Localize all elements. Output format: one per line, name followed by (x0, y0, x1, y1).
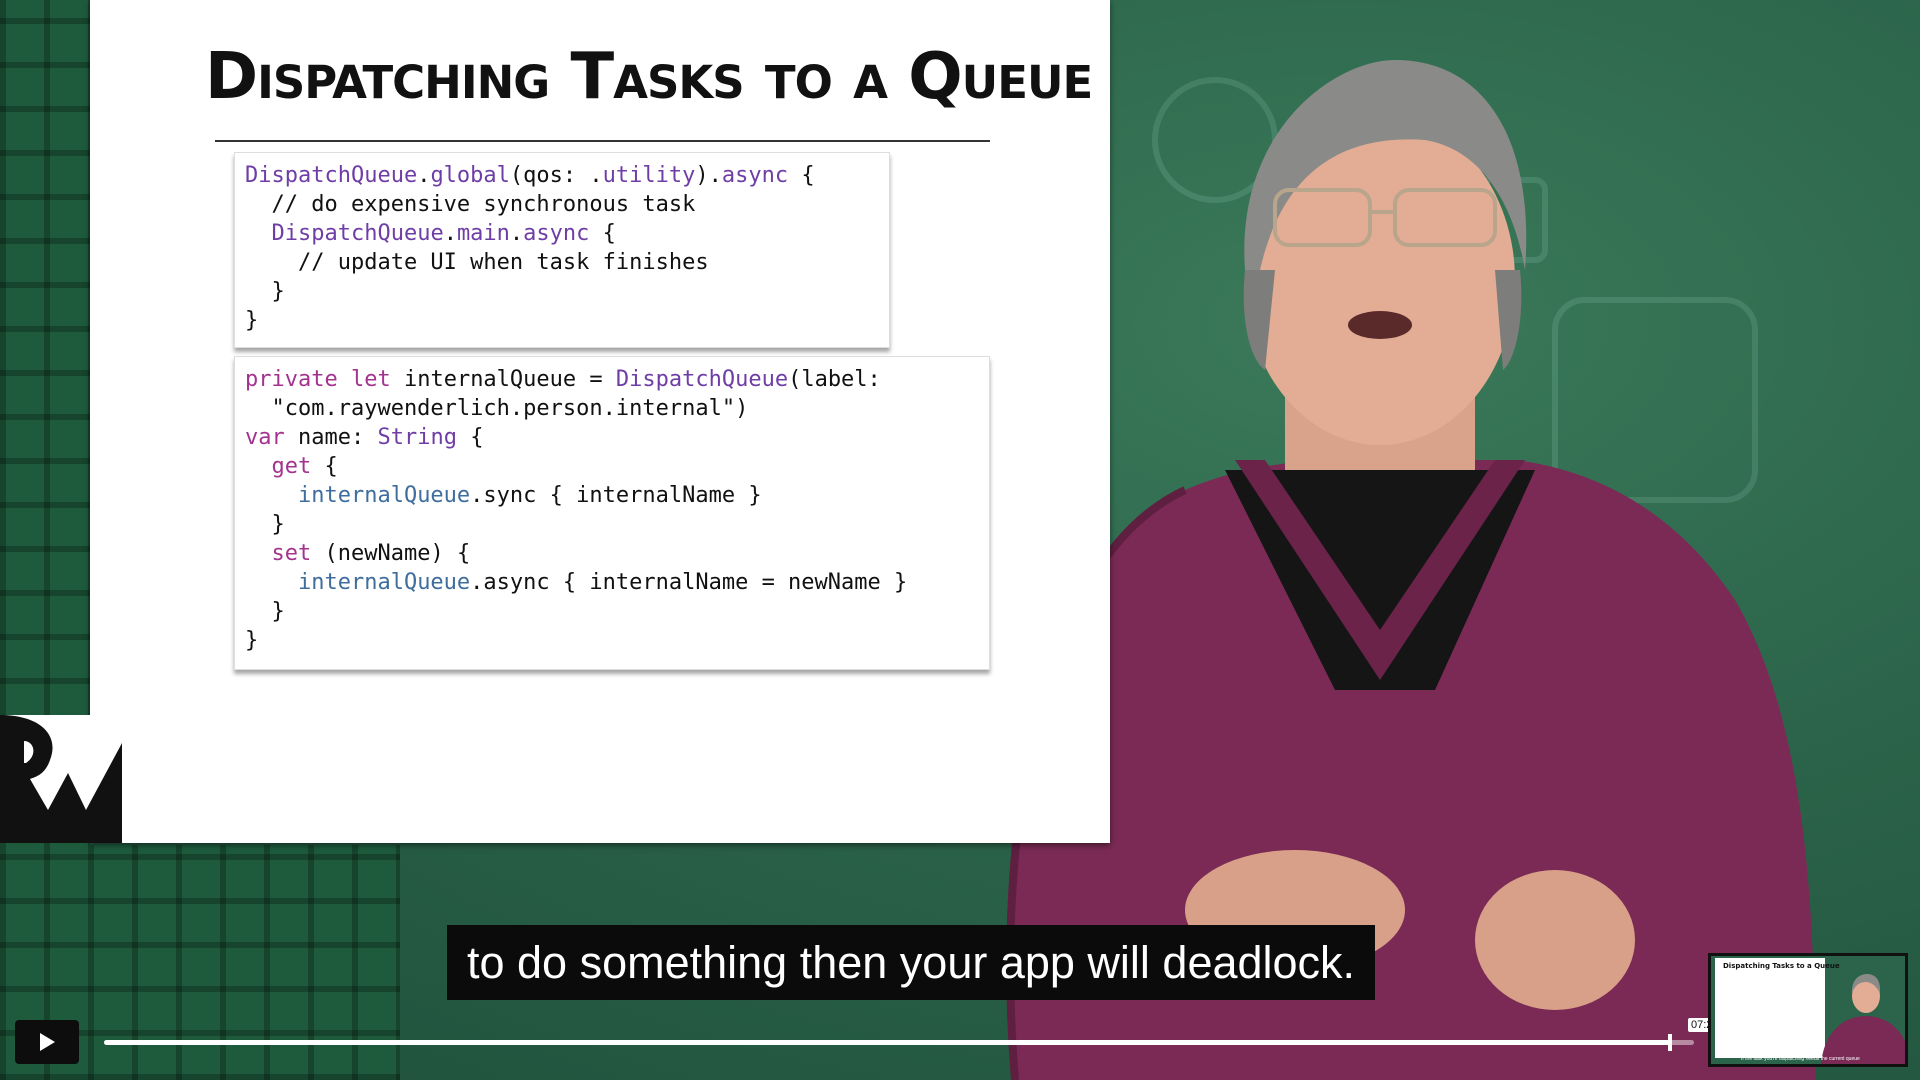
slide-title: Dispatching Tasks to a Queue (205, 40, 1093, 114)
code-snippet-internal-queue: private let internalQueue = DispatchQueu… (234, 356, 990, 670)
code-token: name: (284, 425, 378, 450)
code-token: .sync { internalName } (470, 483, 762, 508)
code-line: internalQueue.sync { internalName } (245, 481, 979, 510)
code-token: main (456, 221, 510, 246)
code-token: { (589, 221, 616, 246)
code-token: String (377, 425, 457, 450)
code-token: . (417, 163, 431, 188)
code-token: (qos: . (509, 163, 603, 188)
code-snippet-dispatch: DispatchQueue.global(qos: .utility).asyn… (234, 152, 890, 348)
code-line: } (245, 277, 879, 306)
progress-bar[interactable] (104, 1034, 1694, 1051)
code-token: (newName) { (311, 541, 471, 566)
code-token: } (245, 279, 285, 304)
title-divider (215, 140, 990, 142)
code-token: private (245, 367, 338, 392)
code-token: (label: (788, 367, 881, 392)
code-token: internalQueue (297, 483, 471, 508)
code-line: // do expensive synchronous task (245, 190, 879, 219)
preview-caption: If the task you're dispatching needs the… (1741, 1056, 1860, 1062)
code-line: // update UI when task finishes (245, 248, 879, 277)
code-token: { (311, 454, 338, 479)
code-line: } (245, 510, 979, 539)
code-token: ). (695, 163, 722, 188)
subtitle-caption: to do something then your app will deadl… (447, 925, 1376, 1000)
code-line: DispatchQueue.main.async { (245, 219, 879, 248)
code-line: } (245, 306, 879, 335)
code-token: } (245, 308, 259, 333)
progress-fill (104, 1040, 1671, 1045)
code-token: { (456, 425, 484, 450)
play-button[interactable] (15, 1020, 79, 1064)
code-line: set (newName) { (245, 539, 979, 568)
scrub-handle[interactable] (1668, 1034, 1673, 1051)
code-token: DispatchQueue (245, 163, 418, 188)
code-token: // update UI when task finishes (245, 250, 709, 275)
code-line: var name: String { (245, 423, 979, 452)
preview-presenter (1821, 974, 1905, 1064)
code-token: var (245, 425, 285, 450)
code-line: get { (245, 452, 979, 481)
code-token: // do expensive synchronous task (245, 192, 696, 217)
code-token: . (443, 221, 457, 246)
code-token: DispatchQueue (615, 367, 789, 392)
code-token: } (245, 599, 285, 624)
code-token: set (271, 541, 312, 566)
code-token: utility (602, 163, 696, 188)
play-icon (40, 1033, 55, 1051)
scrub-preview-thumbnail: Dispatching Tasks to a Queue If the task… (1708, 953, 1908, 1067)
code-token: { (788, 163, 815, 188)
code-token: } (245, 512, 285, 537)
code-token: get (271, 454, 312, 479)
code-line: internalQueue.async { internalName = new… (245, 568, 979, 597)
code-token: async (523, 221, 590, 246)
code-line: "com.raywenderlich.person.internal") (245, 394, 979, 423)
code-line: } (245, 597, 979, 626)
code-token: DispatchQueue (271, 221, 444, 246)
code-token: global (430, 163, 510, 188)
code-line: } (245, 626, 979, 655)
code-token: let (350, 367, 391, 392)
code-token: . (509, 221, 524, 246)
code-token: internalQueue = (390, 367, 616, 392)
rw-logo-icon (0, 715, 122, 843)
code-token: internalQueue (297, 570, 471, 595)
code-line: private let internalQueue = DispatchQueu… (245, 365, 979, 394)
code-token: } (245, 628, 259, 653)
presentation-slide: Dispatching Tasks to a Queue DispatchQue… (90, 0, 1110, 843)
code-token: "com.raywenderlich.person.internal") (245, 396, 749, 421)
code-token: async (721, 163, 789, 188)
code-token: .async { internalName = newName } (470, 570, 908, 595)
preview-slide: Dispatching Tasks to a Queue (1715, 958, 1840, 1058)
code-line: DispatchQueue.global(qos: .utility).asyn… (245, 161, 879, 190)
